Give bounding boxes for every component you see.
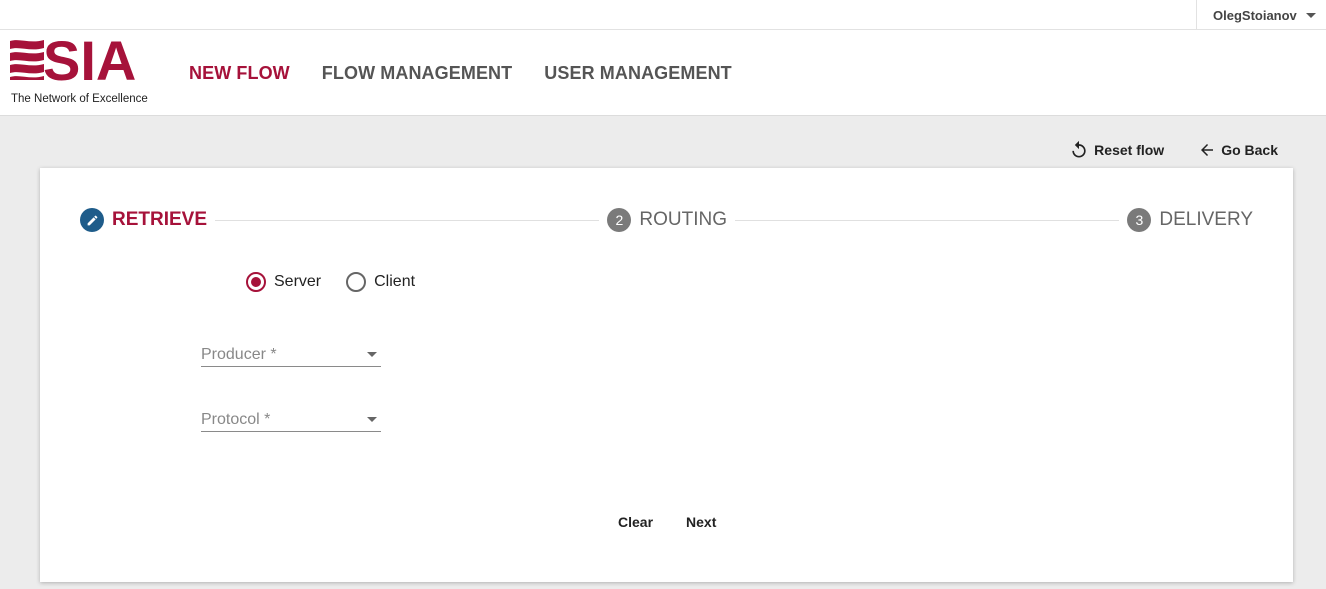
step-2-label: ROUTING [639,209,727,230]
caret-down-icon [1305,12,1316,18]
step-routing[interactable]: 2 ROUTING [607,208,727,232]
page-actions: Reset flow Go Back [1035,140,1278,160]
step-3-number: 3 [1127,208,1152,232]
step-connector [215,219,600,221]
main-nav: NEW FLOW FLOW MANAGEMENT USER MANAGEMENT [189,63,764,84]
mode-radio-group: Server Client [246,272,440,292]
logo-tagline: The Network of Excellence [11,93,148,105]
step-connector [735,219,1120,221]
nav-flow-management[interactable]: FLOW MANAGEMENT [322,63,512,84]
reset-flow-button[interactable]: Reset flow [1069,140,1164,160]
radio-server[interactable]: Server [246,272,321,292]
user-menu[interactable]: OlegStoianov [1196,0,1326,30]
username-label: OlegStoianov [1213,7,1297,23]
step-1-circle [80,208,104,232]
flow-card: RETRIEVE 2 ROUTING 3 DELIVERY Server Cli… [40,168,1293,582]
step-1-label: RETRIEVE [112,209,208,230]
flow-stepper: RETRIEVE 2 ROUTING 3 DELIVERY [80,208,1253,232]
app-header: SIA The Network of Excellence NEW FLOW F… [0,30,1326,116]
step-3-label: DELIVERY [1159,209,1253,230]
go-back-label: Go Back [1221,142,1278,158]
pencil-icon [87,215,97,225]
radio-client[interactable]: Client [346,272,415,292]
form-buttons: Clear Next [610,514,741,530]
clear-button[interactable]: Clear [610,514,661,530]
arrow-left-icon [1201,144,1214,156]
nav-new-flow[interactable]: NEW FLOW [189,63,290,84]
producer-select[interactable]: Producer * [201,339,381,367]
radio-unchecked-icon [346,272,367,292]
step-delivery[interactable]: 3 DELIVERY [1127,208,1253,232]
go-back-button[interactable]: Go Back [1198,141,1278,159]
top-bar: OlegStoianov [0,0,1326,30]
protocol-select[interactable]: Protocol * [201,404,381,432]
radio-server-label: Server [274,273,322,290]
next-button[interactable]: Next [678,514,724,530]
step-retrieve[interactable]: RETRIEVE [80,208,207,232]
reset-flow-label: Reset flow [1094,142,1165,158]
sia-logo-mark: SIA [10,39,136,91]
nav-user-management[interactable]: USER MANAGEMENT [544,63,732,84]
step-2-number: 2 [607,208,632,232]
sia-logo[interactable]: SIA The Network of Excellence [10,39,160,109]
producer-placeholder: Producer * [201,346,277,363]
logo-wordmark: SIA [43,39,136,91]
dropdown-arrow-icon [367,417,377,422]
radio-checked-icon [246,272,266,292]
radio-client-label: Client [374,273,416,290]
reset-icon [1072,140,1086,158]
protocol-placeholder: Protocol * [201,411,271,428]
dropdown-arrow-icon [367,352,377,357]
